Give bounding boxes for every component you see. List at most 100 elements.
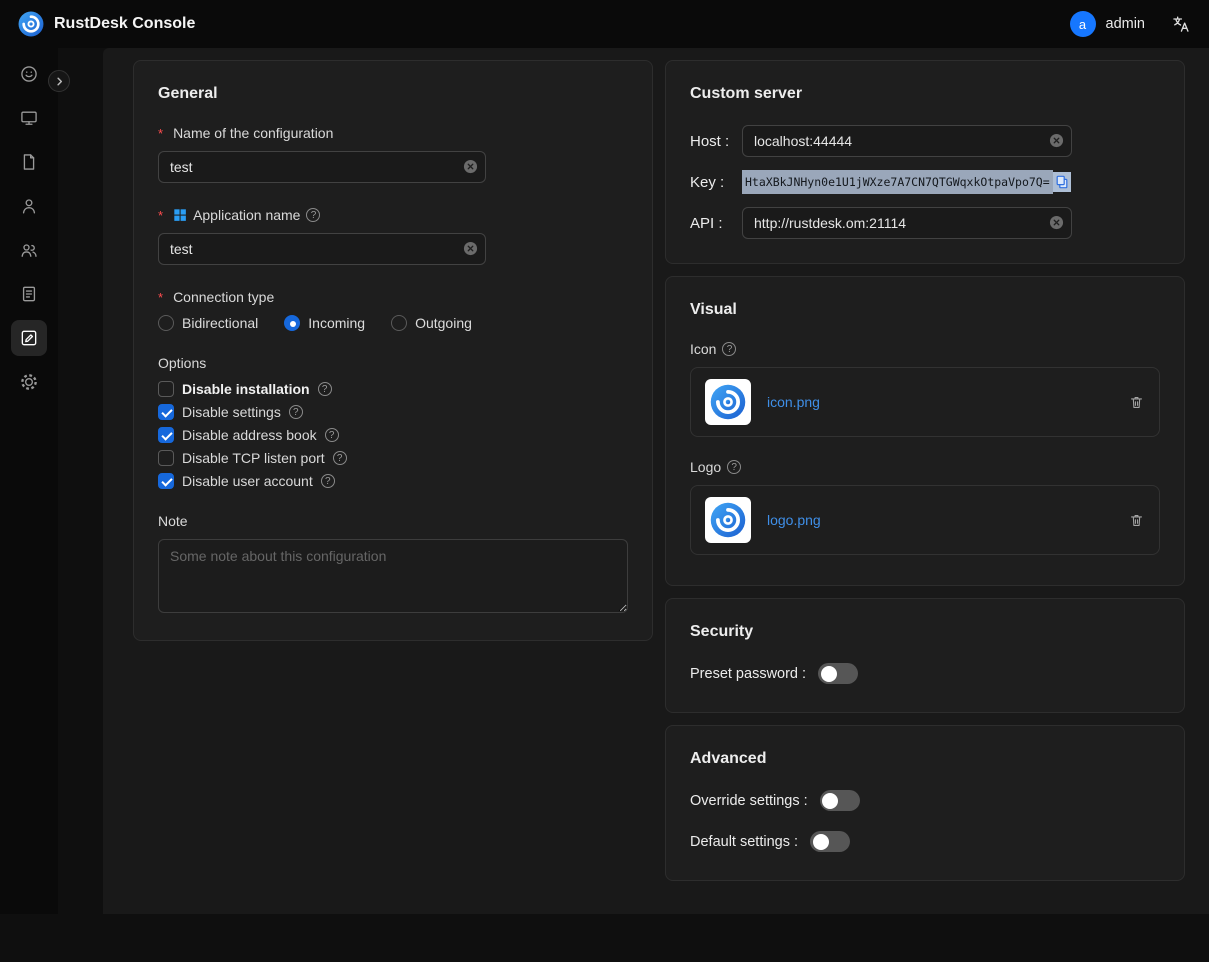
- icon-file-link[interactable]: icon.png: [767, 394, 820, 410]
- sidebar-item-documents[interactable]: [11, 144, 47, 180]
- options-label-text: Options: [158, 355, 206, 371]
- checkbox[interactable]: [158, 450, 174, 466]
- logo-file-box: logo.png: [690, 485, 1160, 555]
- option-disable-settings: Disable settings: [158, 404, 628, 420]
- checkbox[interactable]: [158, 473, 174, 489]
- advanced-card: Advanced Override settings : Default set…: [665, 725, 1185, 881]
- file-icon: [19, 152, 39, 172]
- connection-type-field: Connection type Bidirectional Incoming: [158, 289, 628, 331]
- checkbox-label: Disable user account: [182, 473, 313, 489]
- override-settings-label: Override settings :: [690, 793, 808, 809]
- preset-password-toggle[interactable]: [818, 663, 858, 684]
- help-icon: [289, 405, 303, 419]
- gear-icon: [19, 372, 39, 392]
- key-row: Key : HtaXBkJNHyn0e1U1jWXze7A7CN7QTGWqxk…: [690, 170, 1160, 194]
- sidebar-item-users[interactable]: [11, 188, 47, 224]
- option-disable-tcp-listen-port: Disable TCP listen port: [158, 450, 628, 466]
- override-settings-toggle[interactable]: [820, 790, 860, 811]
- api-input[interactable]: [742, 207, 1072, 239]
- option-disable-installation: Disable installation: [158, 381, 628, 397]
- key-label: Key :: [690, 174, 742, 191]
- trash-icon[interactable]: [1128, 394, 1145, 411]
- help-icon: [333, 451, 347, 465]
- windows-icon: [173, 208, 187, 222]
- api-row: API :: [690, 207, 1160, 239]
- config-name-label-text: Name of the configuration: [173, 125, 333, 141]
- sidebar-item-status[interactable]: [11, 56, 47, 92]
- note-label: Note: [158, 513, 628, 529]
- radio-outgoing[interactable]: Outgoing: [391, 315, 472, 331]
- help-icon: [321, 474, 335, 488]
- preset-password-label: Preset password :: [690, 666, 806, 682]
- language-icon[interactable]: [1171, 14, 1191, 34]
- general-card: General Name of the configuration: [133, 60, 653, 641]
- radio-dot[interactable]: [158, 315, 174, 331]
- clear-icon[interactable]: [463, 159, 478, 174]
- icon-label: Icon: [690, 341, 1160, 357]
- preset-password-row: Preset password :: [690, 663, 1160, 684]
- checkbox[interactable]: [158, 427, 174, 443]
- radio-dot[interactable]: [284, 315, 300, 331]
- advanced-title: Advanced: [690, 750, 1160, 768]
- config-name-label: Name of the configuration: [158, 125, 628, 141]
- sidebar-item-groups[interactable]: [11, 232, 47, 268]
- default-settings-row: Default settings :: [690, 831, 1160, 852]
- checkbox[interactable]: [158, 381, 174, 397]
- application-name-label-text: Application name: [193, 207, 300, 223]
- edit-form-icon: [19, 328, 39, 348]
- config-name-input[interactable]: [158, 151, 486, 183]
- note-textarea[interactable]: [158, 539, 628, 613]
- radio-incoming[interactable]: Incoming: [284, 315, 365, 331]
- radio-label: Bidirectional: [182, 315, 258, 331]
- radio-bidirectional[interactable]: Bidirectional: [158, 315, 258, 331]
- sidebar-item-settings[interactable]: [11, 364, 47, 400]
- main-area: General Name of the configuration: [58, 48, 1209, 962]
- logo-file-link[interactable]: logo.png: [767, 512, 821, 528]
- smile-icon: [19, 64, 39, 84]
- help-icon: [318, 382, 332, 396]
- option-disable-address-book: Disable address book: [158, 427, 628, 443]
- config-name-field: Name of the configuration: [158, 125, 628, 183]
- trash-icon[interactable]: [1128, 512, 1145, 529]
- icon-label-text: Icon: [690, 341, 716, 357]
- logo-label-text: Logo: [690, 459, 721, 475]
- brand: RustDesk Console: [18, 11, 195, 37]
- clear-icon[interactable]: [1049, 133, 1064, 148]
- checkbox-label: Disable settings: [182, 404, 281, 420]
- sidebar-collapse-button[interactable]: [48, 70, 70, 92]
- visual-card: Visual Icon: [665, 276, 1185, 586]
- checkbox[interactable]: [158, 404, 174, 420]
- app-header: RustDesk Console a admin: [0, 0, 1209, 48]
- sidebar-item-devices[interactable]: [11, 100, 47, 136]
- default-settings-toggle[interactable]: [810, 831, 850, 852]
- sidebar-item-configurations[interactable]: [11, 320, 47, 356]
- general-title: General: [158, 85, 628, 103]
- custom-server-title: Custom server: [690, 85, 1160, 103]
- clear-icon[interactable]: [1049, 215, 1064, 230]
- connection-type-label-text: Connection type: [173, 289, 274, 305]
- checkbox-label: Disable address book: [182, 427, 317, 443]
- application-name-label: Application name: [158, 207, 628, 223]
- icon-file-box: icon.png: [690, 367, 1160, 437]
- help-icon: [727, 460, 741, 474]
- radio-dot[interactable]: [391, 315, 407, 331]
- host-row: Host :: [690, 125, 1160, 157]
- user-menu[interactable]: a admin: [1070, 11, 1146, 37]
- security-card: Security Preset password :: [665, 598, 1185, 713]
- api-label: API :: [690, 215, 742, 232]
- checkbox-label: Disable TCP listen port: [182, 450, 325, 466]
- copy-icon[interactable]: [1053, 172, 1071, 192]
- content-panel: General Name of the configuration: [103, 48, 1209, 914]
- clear-icon[interactable]: [463, 241, 478, 256]
- host-label: Host :: [690, 133, 742, 150]
- option-disable-user-account: Disable user account: [158, 473, 628, 489]
- help-icon: [306, 208, 320, 222]
- sidebar-item-logs[interactable]: [11, 276, 47, 312]
- host-input[interactable]: [742, 125, 1072, 157]
- application-name-input[interactable]: [158, 233, 486, 265]
- visual-title: Visual: [690, 301, 1160, 319]
- note-field: Note: [158, 513, 628, 616]
- avatar[interactable]: a: [1070, 11, 1096, 37]
- logo-upload-section: Logo: [690, 459, 1160, 555]
- chevron-right-icon: [54, 76, 65, 87]
